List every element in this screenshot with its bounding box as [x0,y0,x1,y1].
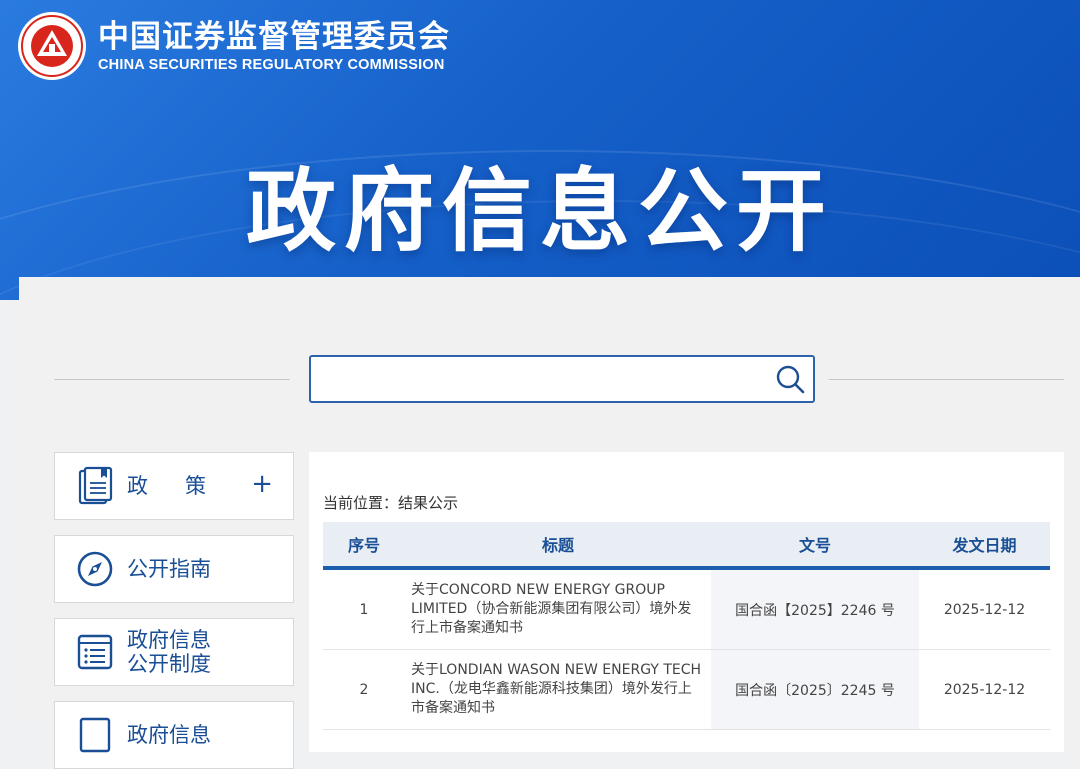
label-line: 公开制度 [127,652,211,676]
row-date: 2025-12-12 [943,681,1026,698]
site-logo[interactable]: 中国证券监督管理委员会 CHINA SECURITIES REGULATORY … [18,12,450,80]
sidebar-item-disclosure-system[interactable]: 政府信息 公开制度 [54,618,294,686]
row-title-link[interactable]: 关于LONDIAN WASON NEW ENERGY TECH INC.（龙电华… [405,650,711,729]
sidebar-item-label: 政府信息 [127,723,211,747]
compass-icon [77,551,113,587]
expand-icon[interactable]: + [251,471,273,497]
row-title-link[interactable]: 关于CONCORD NEW ENERGY GROUP LIMITED（协合新能源… [405,570,711,649]
sidebar-item-gov-info[interactable]: 政府信息 [54,701,294,769]
table-header: 序号 标题 文号 发文日期 [323,522,1050,570]
sidebar-item-label: 公开指南 [127,557,211,581]
row-index: 1 [323,570,405,649]
csrc-seal-icon [18,12,86,80]
divider [54,379,290,380]
sidebar-item-label: 政府信息 公开制度 [127,628,211,676]
breadcrumb: 当前位置：结果公示 [323,494,459,512]
label-line: 政府信息 [127,628,211,652]
row-date: 2025-12-12 [943,601,1026,618]
main-panel: 政 策 + 公开指南 政府信息 公开制度 政府信息 当前位置：结果公示 序号 标… [19,277,1080,769]
document-icon [79,717,111,753]
page-title: 政府信息公开 [246,159,834,264]
column-header: 序号 [347,536,380,555]
row-doc-number: 国合函〔2025〕2245 号 [711,650,919,729]
table-row[interactable]: 2 关于LONDIAN WASON NEW ENERGY TECH INC.（龙… [323,650,1050,730]
sidebar-item-guide[interactable]: 公开指南 [54,535,294,603]
search-icon [776,365,805,394]
column-header: 标题 [541,536,574,555]
row-doc-number: 国合函【2025】2246 号 [711,570,919,649]
row-index: 2 [323,650,405,729]
column-header: 发文日期 [952,536,1017,555]
results-panel: 当前位置：结果公示 序号 标题 文号 发文日期 1 关于CONCORD NEW … [309,452,1064,752]
sidebar-item-label: 政 策 [127,474,214,498]
column-header: 文号 [798,536,831,555]
org-name-cn: 中国证券监督管理委员会 [98,19,450,55]
results-table: 序号 标题 文号 发文日期 1 关于CONCORD NEW ENERGY GRO… [323,522,1050,730]
book-icon [78,466,113,505]
divider [829,379,1064,380]
header-banner: 中国证券监督管理委员会 CHINA SECURITIES REGULATORY … [0,0,1080,300]
search-input[interactable] [319,363,763,395]
org-name-en: CHINA SECURITIES REGULATORY COMMISSION [98,57,445,73]
sidebar-item-policy[interactable]: 政 策 + [54,452,294,520]
list-document-icon [77,634,113,670]
table-row[interactable]: 1 关于CONCORD NEW ENERGY GROUP LIMITED（协合新… [323,570,1050,650]
search-button[interactable] [773,363,807,395]
search-bar [309,355,815,403]
